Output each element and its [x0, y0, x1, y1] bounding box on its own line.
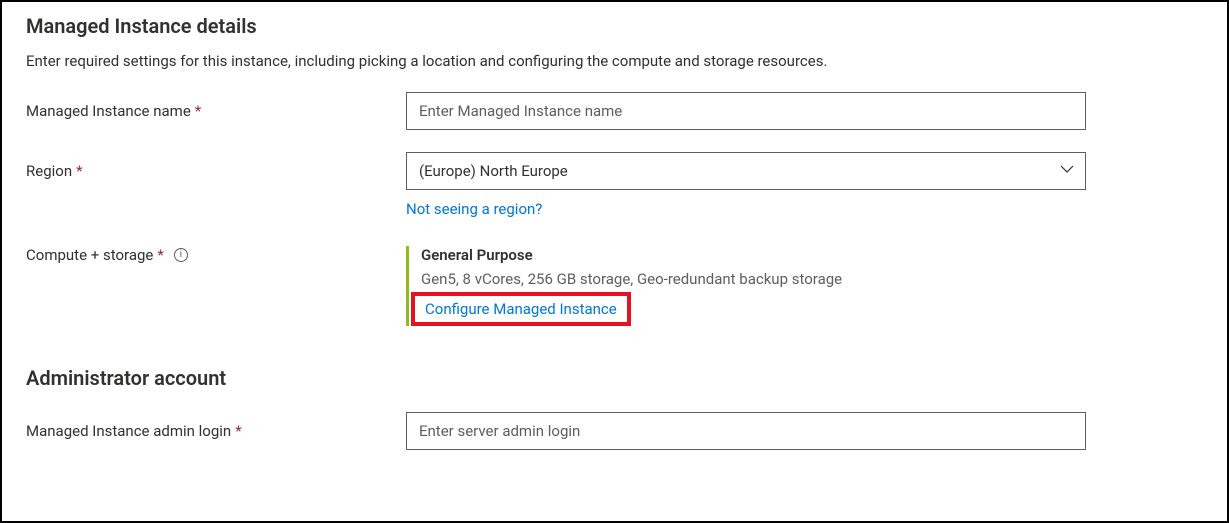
region-row: Region * (Europe) North Europe	[26, 152, 1203, 190]
compute-tier: General Purpose	[421, 246, 1086, 264]
form-container: Managed Instance details Enter required …	[0, 0, 1229, 523]
admin-login-control	[406, 412, 1086, 450]
instance-name-control	[406, 92, 1086, 130]
region-label-text: Region	[26, 162, 72, 180]
admin-login-row: Managed Instance admin login *	[26, 412, 1203, 450]
compute-card: General Purpose Gen5, 8 vCores, 256 GB s…	[406, 246, 1086, 326]
required-asterisk: *	[235, 422, 241, 440]
instance-name-row: Managed Instance name *	[26, 92, 1203, 130]
instance-name-input[interactable]	[406, 92, 1086, 130]
region-selected-value: (Europe) North Europe	[419, 162, 568, 180]
compute-details: Gen5, 8 vCores, 256 GB storage, Geo-redu…	[421, 270, 1086, 288]
admin-login-label: Managed Instance admin login *	[26, 422, 406, 440]
required-asterisk: *	[195, 102, 201, 120]
compute-label-text: Compute + storage	[26, 246, 153, 264]
instance-name-label: Managed Instance name *	[26, 102, 406, 120]
region-select-wrapper: (Europe) North Europe	[406, 152, 1086, 190]
admin-login-label-text: Managed Instance admin login	[26, 422, 231, 440]
info-icon[interactable]: i	[174, 248, 188, 262]
compute-control: General Purpose Gen5, 8 vCores, 256 GB s…	[406, 246, 1086, 326]
region-control: (Europe) North Europe	[406, 152, 1086, 190]
required-asterisk: *	[76, 162, 82, 180]
admin-section-title: Administrator account	[26, 366, 1203, 390]
region-help-link[interactable]: Not seeing a region?	[406, 200, 542, 218]
compute-label: Compute + storage * i	[26, 246, 406, 264]
configure-highlight-box: Configure Managed Instance	[411, 292, 631, 326]
required-asterisk: *	[157, 246, 163, 264]
section-title: Managed Instance details	[26, 14, 1203, 38]
compute-row: Compute + storage * i General Purpose Ge…	[26, 246, 1203, 326]
region-select[interactable]: (Europe) North Europe	[406, 152, 1086, 190]
configure-managed-instance-link[interactable]: Configure Managed Instance	[425, 300, 617, 318]
region-label: Region *	[26, 162, 406, 180]
region-help-row: Not seeing a region?	[406, 200, 1203, 218]
section-description: Enter required settings for this instanc…	[26, 52, 1203, 70]
instance-name-label-text: Managed Instance name	[26, 102, 191, 120]
admin-login-input[interactable]	[406, 412, 1086, 450]
